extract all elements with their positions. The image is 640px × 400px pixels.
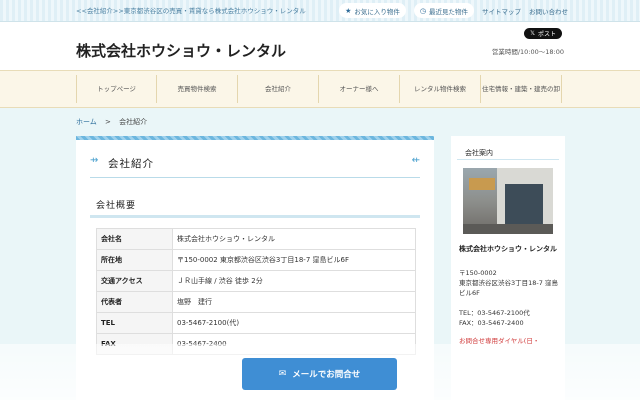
top-links: ★ お気に入り物件 ◷ 最近見た物件 サイトマップ お問い合わせ [339, 3, 568, 18]
table-row: 代表者 塩野 建行 [96, 291, 416, 313]
star-icon: ★ [345, 6, 352, 15]
seo-breadcrumb-text: <<会社紹介>>東京都渋谷区の売買・賃貸なら株式会社ホウショウ・レンタル [76, 7, 306, 15]
sidebar-company-name: 株式会社ホウショウ・レンタル [459, 245, 557, 253]
row-key: 所在地 [96, 249, 173, 271]
favorites-button[interactable]: ★ お気に入り物件 [339, 3, 406, 18]
nav-item-top[interactable]: トップページ [76, 75, 157, 103]
row-value: 〒150-0002 東京都渋谷区渋谷3丁目18-7 窪島ビル6F [172, 249, 416, 271]
row-key: 会社名 [96, 228, 173, 250]
mail-contact-button[interactable]: ✉ メールでお問合せ [242, 358, 397, 390]
page-title: 会社紹介 [108, 158, 154, 170]
mail-contact-label: メールでお問合せ [292, 370, 361, 380]
history-icon: ◷ [419, 6, 426, 15]
recent-button[interactable]: ◷ 最近見た物件 [413, 3, 474, 18]
global-nav: トップページ 売買物件検索 会社紹介 オーナー様へ レンタル物件検索 住宅情報・… [0, 70, 640, 108]
nav-item-housing[interactable]: 住宅情報・建築・建売の卸 [481, 75, 562, 103]
sidebar-contact: TEL：03-5467-2100代 FAX：03-5467-2400 [459, 308, 565, 328]
arrow-ornament-right-icon: ⇷ [411, 155, 420, 166]
row-key: 代表者 [96, 291, 173, 313]
row-value: 株式会社ホウショウ・レンタル [172, 228, 416, 250]
nav-item-rental-search[interactable]: レンタル物件検索 [400, 75, 481, 103]
nav-item-company[interactable]: 会社紹介 [238, 75, 319, 103]
recent-label: 最近見た物件 [429, 7, 468, 16]
business-hours: 営業時間/10:00～18:00 [491, 48, 564, 56]
sitemap-link[interactable]: サイトマップ [482, 6, 521, 16]
company-logo[interactable]: 株式会社ホウショウ・レンタル [76, 40, 286, 61]
nav-item-sale-search[interactable]: 売買物件検索 [157, 75, 238, 103]
company-info-table: 会社名 株式会社ホウショウ・レンタル 所在地 〒150-0002 東京都渋谷区渋… [96, 228, 416, 355]
row-key: TEL [96, 312, 173, 334]
breadcrumb-home-link[interactable]: ホーム [76, 118, 97, 126]
nav-item-owners[interactable]: オーナー様へ [319, 75, 400, 103]
photo-ground-shape [463, 224, 553, 234]
site-header: 株式会社ホウショウ・レンタル 𝕏 ポスト 営業時間/10:00～18:00 [0, 22, 640, 70]
row-value: ＪＲ山手線 / 渋谷 徒歩 2分 [172, 270, 416, 292]
sidebar-zip: 〒150-0002 [459, 269, 497, 277]
storefront-photo [463, 168, 553, 234]
table-row: TEL 03-5467-2100(代) [96, 312, 416, 334]
breadcrumb: ホーム > 会社紹介 [76, 117, 147, 127]
breadcrumb-separator: > [105, 118, 111, 126]
contact-link[interactable]: お問い合わせ [529, 6, 568, 16]
section-heading: 会社概要 [90, 188, 420, 218]
decorative-stripe [76, 136, 434, 140]
page-heading: ⇸ 会社紹介 ⇷ [90, 146, 420, 178]
sidebar-address: 〒150-0002 東京都渋谷区渋谷3丁目18-7 窪島ビル6F [459, 268, 561, 298]
row-value: 03-5467-2100(代) [172, 312, 416, 334]
table-row: 所在地 〒150-0002 東京都渋谷区渋谷3丁目18-7 窪島ビル6F [96, 249, 416, 271]
photo-sign-shape [469, 178, 495, 190]
sidebar-fax: FAX：03-5467-2400 [459, 319, 524, 327]
arrow-ornament-left-icon: ⇸ [90, 155, 99, 166]
x-post-label: ポスト [537, 31, 556, 38]
table-row: 会社名 株式会社ホウショウ・レンタル [96, 228, 416, 250]
section-title: 会社概要 [96, 201, 137, 211]
sidebar-street: 東京都渋谷区渋谷3丁目18-7 窪島ビル6F [459, 279, 558, 297]
sidebar-tel: TEL：03-5467-2100代 [459, 309, 530, 317]
table-row: 交通アクセス ＪＲ山手線 / 渋谷 徒歩 2分 [96, 270, 416, 292]
x-post-button[interactable]: 𝕏 ポスト [524, 28, 562, 39]
favorites-label: お気に入り物件 [354, 7, 400, 16]
top-strip: <<会社紹介>>東京都渋谷区の売買・賃貸なら株式会社ホウショウ・レンタル ★ お… [0, 0, 640, 22]
breadcrumb-current: 会社紹介 [119, 118, 148, 126]
row-value: 塩野 建行 [172, 291, 416, 313]
x-logo-icon: 𝕏 [530, 30, 535, 37]
sidebar-heading: 会社案内 [457, 136, 559, 160]
row-key: 交通アクセス [96, 270, 173, 292]
envelope-icon: ✉ [278, 369, 287, 379]
